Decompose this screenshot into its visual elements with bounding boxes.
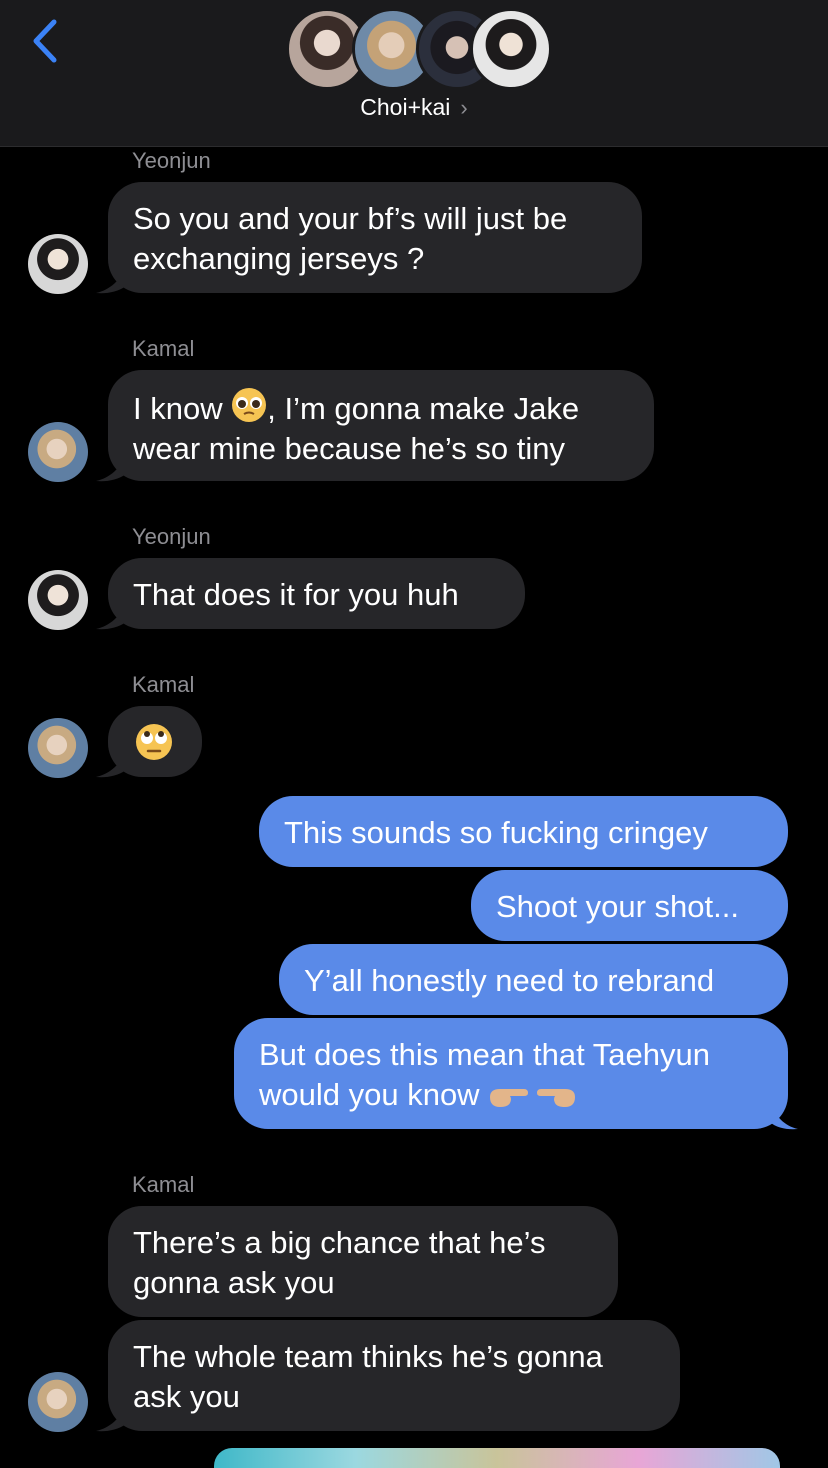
sender-name: Yeonjun	[132, 148, 211, 173]
message-line: would you know	[259, 1075, 763, 1115]
avatar-kamal	[28, 1372, 88, 1432]
hand-pointing-left-icon	[536, 1089, 575, 1107]
chevron-left-icon	[33, 19, 57, 63]
message-line: There’s a big chance that he’s	[133, 1225, 546, 1260]
message-bubble-received[interactable]	[108, 706, 202, 777]
message-bubble-sent[interactable]: Y’all honestly need to rebrand	[279, 944, 788, 1015]
group-name[interactable]: Choi+kai ›	[0, 94, 828, 121]
chevron-right-icon: ›	[460, 95, 468, 120]
face-with-rolling-eyes-icon	[136, 724, 172, 760]
message-line: So you and your bf’s will just be	[133, 201, 568, 236]
message-line: gonna ask you	[133, 1265, 335, 1300]
message-line: exchanging jerseys ?	[133, 241, 425, 276]
avatar-yeonjun	[28, 234, 88, 294]
sender-name: Yeonjun	[132, 524, 211, 549]
back-button[interactable]	[26, 16, 70, 66]
message-bubble-received[interactable]: I know , I’m gonna make Jake wear mine b…	[108, 370, 654, 481]
message-text: , I’m gonna make Jake	[267, 391, 580, 426]
message-line: The whole team thinks he’s gonna	[133, 1339, 603, 1374]
message-line: I know , I’m gonna make Jake	[133, 387, 629, 429]
bubble-tail	[770, 1104, 798, 1130]
sender-name: Kamal	[132, 672, 195, 697]
avatar-yeonjun	[28, 570, 88, 630]
conversation-header: Choi+kai ›	[0, 0, 828, 147]
pleading-face-icon	[232, 388, 267, 422]
group-avatar-4	[470, 8, 552, 90]
message-bubble-sent[interactable]: Shoot your shot...	[471, 870, 788, 941]
message-bubble-sent[interactable]: But does this mean that Taehyun would yo…	[234, 1018, 788, 1129]
message-bubble-received[interactable]: The whole team thinks he’s gonna ask you	[108, 1320, 680, 1431]
message-bubble-received[interactable]: That does it for you huh	[108, 558, 525, 629]
sender-name: Kamal	[132, 1172, 195, 1197]
message-line: This sounds so fucking cringey	[284, 815, 708, 850]
hand-pointing-right-icon	[490, 1089, 529, 1107]
group-avatars[interactable]	[286, 8, 552, 90]
avatar-kamal	[28, 718, 88, 778]
message-text: I know	[133, 391, 223, 426]
message-line: wear mine because he’s so tiny	[133, 431, 565, 466]
message-line: Y’all honestly need to rebrand	[304, 963, 715, 998]
message-line: Shoot your shot...	[496, 889, 739, 924]
group-name-text: Choi+kai	[360, 94, 451, 120]
message-line: ask you	[133, 1379, 240, 1414]
message-line: That does it for you huh	[133, 577, 459, 612]
sender-name: Kamal	[132, 336, 195, 361]
avatar-kamal	[28, 422, 88, 482]
message-bubble-sent[interactable]: This sounds so fucking cringey	[259, 796, 788, 867]
message-bubble-received[interactable]: There’s a big chance that he’s gonna ask…	[108, 1206, 618, 1317]
attachment-preview[interactable]	[214, 1448, 780, 1468]
message-bubble-received[interactable]: So you and your bf’s will just be exchan…	[108, 182, 642, 293]
message-text: would you know	[259, 1077, 480, 1112]
message-line: But does this mean that Taehyun	[259, 1037, 710, 1072]
